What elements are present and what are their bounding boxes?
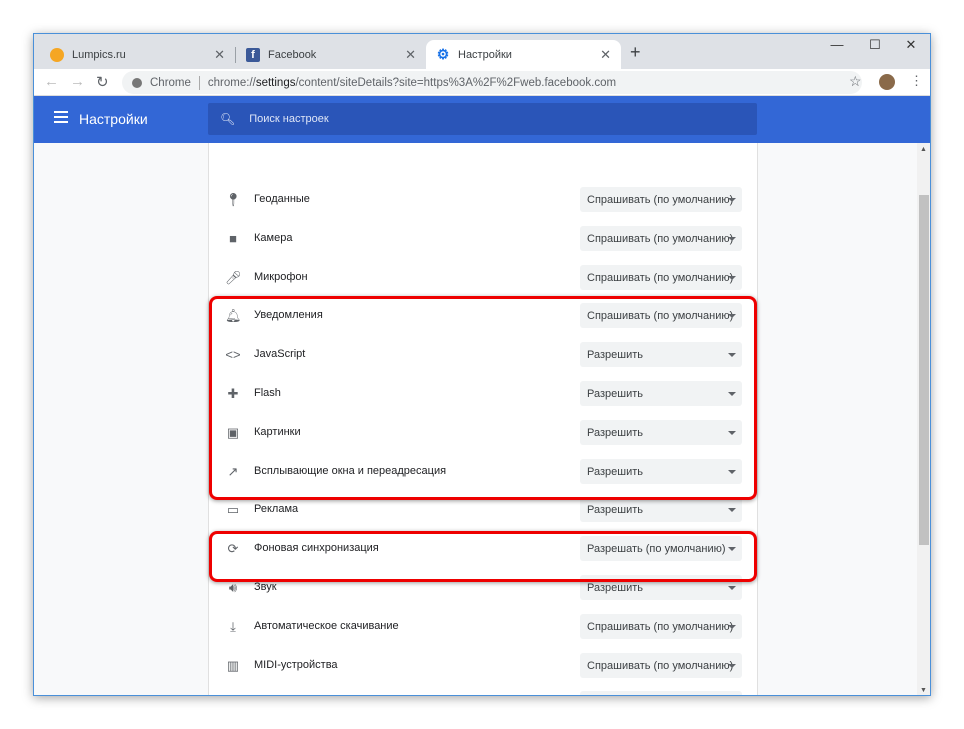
avatar[interactable] — [879, 74, 895, 90]
permission-row: ■ Камера Спрашивать (по умолчанию) — [209, 219, 757, 258]
location-icon: 📍︎ — [225, 192, 242, 207]
highlight-box — [209, 296, 757, 500]
gear-icon: ⚙ — [436, 46, 450, 62]
url-host: settings — [255, 76, 296, 89]
permission-label: Камера — [254, 231, 293, 244]
back-button[interactable]: ← — [44, 73, 59, 90]
scrollbar[interactable]: ▲ ▼ — [917, 143, 930, 695]
hamburger-menu-icon[interactable] — [54, 111, 68, 123]
close-tab-icon[interactable]: ✕ — [600, 47, 611, 63]
volume-icon: 🔊︎ — [228, 580, 238, 595]
search-icon: 🔍︎ — [220, 112, 236, 126]
settings-header: Настройки 🔍︎ Поиск настроек — [34, 96, 930, 143]
close-tab-icon[interactable]: ✕ — [405, 47, 416, 63]
permission-select[interactable]: Спрашивать (по умолчанию) — [580, 225, 742, 251]
chrome-icon — [132, 77, 142, 88]
permission-select[interactable]: Спрашивать (по умолчанию) — [580, 613, 742, 639]
tab-settings[interactable]: ⚙ Настройки ✕ — [426, 40, 621, 69]
lumpics-icon — [50, 47, 64, 62]
midi-icon: ▥ — [226, 657, 240, 673]
close-tab-icon[interactable]: ✕ — [214, 47, 225, 63]
permission-row: ΨUSB-устройстваСпрашивать (по умолчанию) — [209, 684, 757, 695]
permission-label: Реклама — [254, 503, 299, 516]
permission-row: 📍︎ Геоданные Спрашивать (по умолчанию) — [209, 180, 757, 219]
browser-window: Lumpics.ru ✕ f Facebook ✕ ⚙ Настройки ✕ + — ☐… — [33, 33, 931, 696]
scrollbar-thumb[interactable] — [919, 195, 929, 545]
camera-icon: ■ — [229, 230, 237, 246]
tab-facebook[interactable]: f Facebook ✕ — [236, 40, 426, 69]
maximize-button[interactable]: ☐ — [860, 37, 890, 53]
minimize-button[interactable]: — — [822, 37, 852, 52]
permission-row: ⤓ Автоматическое скачивание Спрашивать (по… — [209, 607, 757, 646]
close-window-button[interactable]: ✕ — [896, 37, 926, 53]
microphone-icon: 🎤︎ — [225, 269, 242, 285]
permission-select[interactable]: Спрашивать (по умолчанию) — [580, 187, 742, 212]
more-menu-icon[interactable]: ⋮ — [910, 73, 923, 89]
permission-select[interactable]: Спрашивать (по умолчанию) — [580, 264, 742, 290]
forward-button[interactable]: → — [70, 73, 85, 90]
address-bar[interactable]: Chrome chrome://settings/content/siteDet… — [122, 71, 862, 94]
permission-select[interactable]: Спрашивать (по умолчанию) — [580, 691, 742, 695]
omnibox-chip: Chrome — [150, 76, 191, 89]
permission-label: Геоданные — [254, 193, 310, 205]
star-icon[interactable]: ☆ — [849, 73, 862, 90]
tab-title: Facebook — [268, 48, 317, 61]
search-input[interactable]: 🔍︎ Поиск настроек — [208, 103, 757, 135]
permission-select[interactable]: Спрашивать (по умолчанию) — [580, 652, 742, 678]
url-prefix: chrome:// — [207, 76, 256, 89]
permission-row: ▥ MIDI-устройства Спрашивать (по умолчанию… — [209, 646, 757, 685]
ads-icon: ▭ — [226, 502, 240, 518]
scroll-down-arrow[interactable]: ▼ — [920, 687, 927, 694]
download-icon: ⤓ — [230, 618, 236, 634]
permission-label: Звук — [254, 581, 277, 593]
permission-label: MIDI-устройства — [254, 658, 338, 671]
permission-row: 🎤︎ Микрофон Спрашивать (по умолчанию) — [209, 258, 757, 297]
new-tab-button[interactable]: + — [630, 42, 641, 63]
search-placeholder: Поиск настроек — [249, 113, 329, 125]
tab-lumpics[interactable]: Lumpics.ru ✕ — [40, 40, 235, 69]
toolbar: ← → ↻ Chrome chrome://settings/content/s… — [34, 69, 930, 96]
permission-select[interactable]: Разрешить — [580, 497, 742, 523]
url-rest: /content/siteDetails?site=https%3A%2F%2F… — [295, 76, 617, 89]
page-title: Настройки — [79, 111, 148, 127]
tab-title: Lumpics.ru — [72, 48, 126, 61]
reload-button[interactable]: ↻ — [96, 73, 109, 91]
tab-bar: Lumpics.ru ✕ f Facebook ✕ ⚙ Настройки ✕ + — ☐… — [34, 34, 930, 69]
facebook-icon: f — [246, 47, 260, 62]
tab-title: Настройки — [458, 48, 512, 61]
permission-label: Автоматическое скачивание — [254, 619, 399, 632]
divider — [198, 75, 200, 90]
permission-label: Микрофон — [254, 270, 308, 283]
scroll-up-arrow[interactable]: ▲ — [920, 146, 927, 153]
highlight-box — [209, 531, 757, 582]
